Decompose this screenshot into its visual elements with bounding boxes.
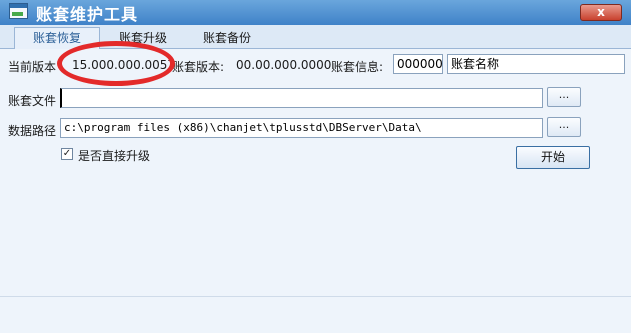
close-button[interactable]: x [580, 4, 622, 21]
app-icon [9, 3, 28, 19]
file-label: 账套文件 [8, 94, 57, 108]
path-label: 数据路径 [8, 124, 57, 138]
file-browse-button[interactable]: ... [547, 87, 581, 107]
file-input[interactable] [60, 88, 543, 108]
close-icon: x [597, 5, 605, 19]
direct-upgrade-label[interactable]: 是否直接升级 [78, 147, 150, 164]
highlight-circle [57, 41, 175, 86]
account-version-label: 账套版本: [172, 60, 225, 74]
path-browse-button[interactable]: ... [547, 117, 581, 137]
account-info-label: 账套信息: [331, 60, 384, 74]
account-code-field[interactable]: 000000 [393, 54, 443, 74]
current-version-label: 当前版本 [8, 60, 57, 74]
footer-divider [0, 296, 631, 297]
checkbox-icon[interactable]: ✓ [61, 148, 73, 160]
window-title: 账套维护工具 [36, 5, 139, 24]
main-window: 账套维护工具 x 账套恢复 账套升级 账套备份 当前版本 15.000.000.… [0, 0, 631, 333]
tab-backup[interactable]: 账套备份 [188, 28, 266, 48]
start-button[interactable]: 开始 [516, 146, 590, 169]
account-name-field[interactable]: 账套名称 [447, 54, 625, 74]
account-version-value: 00.00.000.0000 [236, 58, 332, 72]
title-bar[interactable]: 账套维护工具 x [0, 0, 631, 25]
path-input[interactable]: c:\program files (x86)\chanjet\tplusstd\… [60, 118, 543, 138]
